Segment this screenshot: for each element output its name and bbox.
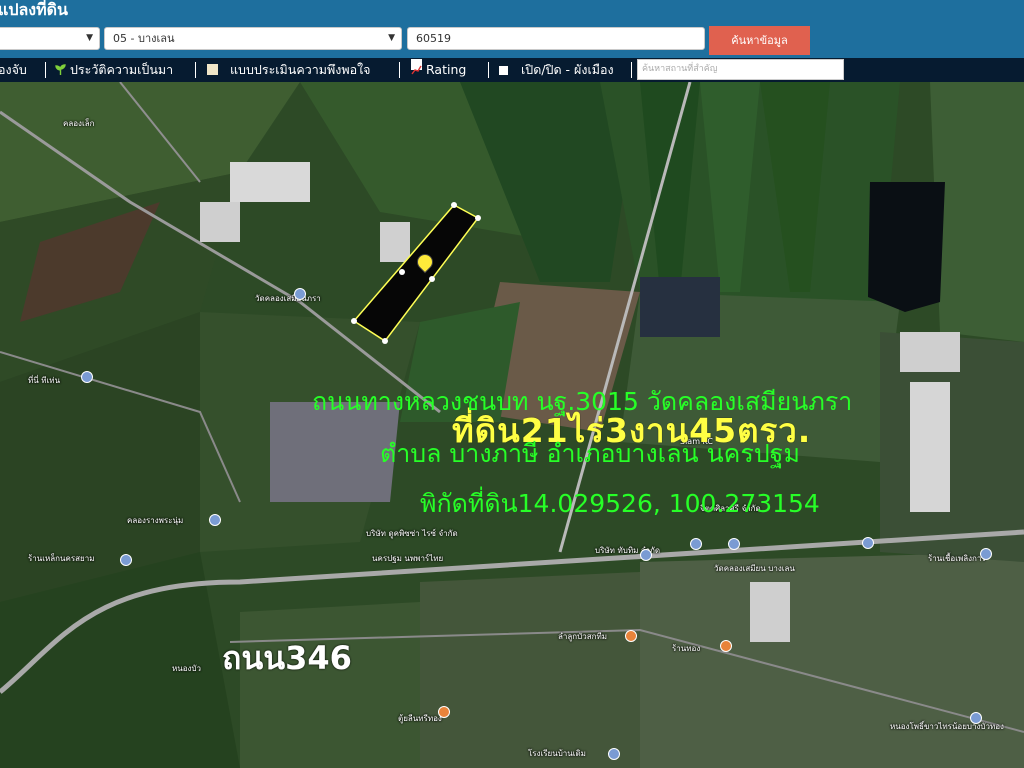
satellite-map[interactable]: วัดคลองเสมียนภรา ที่นี่ ทีเท่น คลองรางพร… (0, 82, 1024, 768)
toolbar-divider (399, 62, 400, 78)
toolbar-item-label: องจับ (0, 62, 27, 77)
chart-icon (411, 59, 422, 75)
map-pin-icon[interactable] (640, 549, 652, 561)
district-select[interactable]: 05 - บางเลน ▼ (104, 27, 402, 50)
restaurant-pin-icon[interactable] (720, 640, 732, 652)
clipboard-icon (207, 64, 218, 75)
toolbar-divider (45, 62, 46, 78)
place-label: วัดคลองเสมียน บางเลน (714, 564, 795, 573)
place-label: โรงเรียนบ้านเดิม (528, 749, 586, 758)
chevron-down-icon: ▼ (86, 33, 93, 43)
road-label: ถนน346 (222, 639, 352, 677)
page-title: แปลงที่ดิน (0, 0, 68, 19)
map-pin-icon[interactable] (690, 538, 702, 550)
place-label: ร้านเชื้อเพลิงการ (928, 554, 986, 563)
map-pin-icon[interactable] (81, 371, 93, 383)
map-pin-icon[interactable] (862, 537, 874, 549)
map-pin-icon[interactable] (120, 554, 132, 566)
toolbar-item-label: แบบประเมินความพึงพอใจ (230, 62, 371, 77)
toolbar-divider (195, 62, 196, 78)
place-label: บริษัท ดูคพิซซ่า ไรซ์ จำกัด (366, 529, 458, 538)
place-label: วัดคลองเสมียนภรา (255, 294, 321, 303)
place-label: ร้านทอง (672, 644, 701, 653)
toolbar-item-citymap-toggle[interactable]: เปิด/ปิด - ผังเมือง (499, 58, 614, 82)
place-label: คลองเล็ก (63, 119, 95, 128)
landmark-search-placeholder: ค้นหาสถานที่สำคัญ (642, 64, 718, 74)
restaurant-pin-icon[interactable] (625, 630, 637, 642)
toolbar-divider (488, 62, 489, 78)
place-label: หนองบัว (172, 664, 202, 673)
toolbar-divider (631, 62, 632, 78)
place-label: ร้านเหล็กนครสยาม (28, 554, 95, 563)
district-select-value: 05 - บางเลน (113, 32, 175, 45)
restaurant-pin-icon[interactable] (438, 706, 450, 718)
toolbar-item-capture[interactable]: องจับ (0, 58, 27, 82)
toolbar-item-label: เปิด/ปิด - ผังเมือง (521, 62, 614, 77)
place-label: คลองรางพระนุ่ม (127, 516, 184, 525)
place-label: หนองโพธิ์ขาวไทรน้อยบางบัวทอง (890, 722, 1004, 731)
search-button[interactable]: ค้นหาข้อมูล (709, 26, 810, 55)
chevron-down-icon: ▼ (388, 33, 395, 43)
map-pin-icon[interactable] (608, 748, 620, 760)
map-pin-icon[interactable] (728, 538, 740, 550)
toolbar-item-history[interactable]: ประวัติความเป็นมา (55, 58, 173, 82)
sprout-icon (55, 59, 66, 75)
map-pin-icon[interactable] (970, 712, 982, 724)
location-description: ตำบล บางภาษี อำเภอบางเลน นครปฐม (380, 439, 800, 468)
map-pin-icon[interactable] (294, 288, 306, 300)
app-header: แปลงที่ดิน ▼ 05 - บางเลน ▼ 60519 ค้นหาข้… (0, 0, 1024, 58)
checkbox-icon (499, 66, 508, 75)
map-pin-icon[interactable] (209, 514, 221, 526)
toolbar-item-label: ประวัติความเป็นมา (70, 62, 174, 77)
coordinates-text: พิกัดที่ดิน14.029526, 100.273154 (420, 489, 820, 518)
province-select[interactable]: ▼ (0, 27, 100, 50)
place-label: ที่นี่ ทีเท่น (28, 376, 61, 385)
place-label: นครปฐม นพพาร์ไทย (372, 554, 444, 563)
map-pin-icon[interactable] (980, 548, 992, 560)
parcel-number-value: 60519 (416, 32, 451, 45)
toolbar-item-survey[interactable]: แบบประเมินความพึงพอใจ (207, 58, 371, 82)
place-label: ตู้ยลีนทรีทอง (398, 714, 442, 723)
parcel-number-input[interactable]: 60519 (407, 27, 705, 50)
main-toolbar: องจับ ประวัติความเป็นมา แบบประเมินความพึ… (0, 58, 1024, 82)
landmark-search-input[interactable]: ค้นหาสถานที่สำคัญ (637, 59, 844, 80)
toolbar-item-rating[interactable]: Rating (411, 58, 466, 82)
place-label: ลำลูกบัวสกทีม (558, 632, 607, 641)
toolbar-item-label: Rating (426, 62, 467, 77)
road-description: ถนนทางหลวงชนบท นฐ.3015 วัดคลองเสมียนภรา (312, 387, 853, 416)
